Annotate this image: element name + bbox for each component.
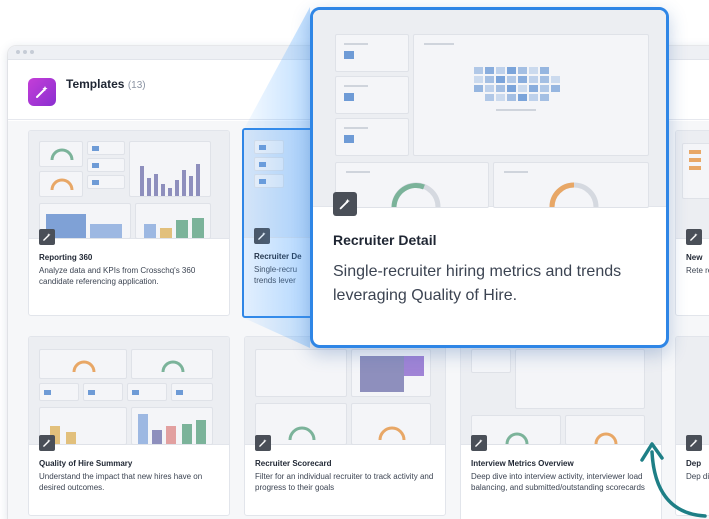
template-count: (13) (127, 80, 146, 91)
thumb-panel (515, 349, 645, 409)
thumb-panel (171, 383, 213, 401)
thumb-panel (335, 34, 409, 72)
template-card-new[interactable]: New Rete recr (675, 130, 709, 316)
thumb-panel (87, 175, 125, 189)
card-thumbnail (461, 337, 661, 445)
thumb-panel (131, 407, 213, 445)
card-title: Quality of Hire Summary (39, 459, 133, 468)
wand-icon (255, 435, 271, 451)
card-title: Recruiter Scorecard (255, 459, 332, 468)
heatmap-thumb (474, 67, 560, 111)
thumb-panel (254, 174, 284, 188)
thumb-panel (493, 162, 649, 208)
thumb-panel (129, 141, 211, 197)
thumb-panel (87, 158, 125, 172)
thumb-panel (39, 383, 79, 401)
thumb-panel (254, 140, 284, 154)
curved-arrow-icon (640, 442, 707, 518)
thumb-panel (351, 403, 431, 445)
wand-icon (39, 229, 55, 245)
thumb-panel (254, 157, 284, 171)
thumb-panel (413, 34, 649, 156)
card-title: Recruiter De (254, 252, 302, 261)
card-description: Deep dive into interview activity, inter… (471, 472, 645, 492)
card-description: Analyze data and KPIs from Crosschq's 36… (39, 266, 196, 286)
card-description: Understand the impact that new hires hav… (39, 472, 203, 492)
card-thumbnail (29, 337, 229, 445)
template-card-reporting-360[interactable]: Reporting 360 Analyze data and KPIs from… (28, 130, 230, 316)
window-dot (30, 50, 34, 54)
wand-icon (28, 78, 56, 106)
window-dot (23, 50, 27, 54)
page-title: Templates (13) (66, 77, 146, 91)
wand-icon (471, 435, 487, 451)
thumb-panel (335, 118, 409, 156)
card-description: Filter for an individual recruiter to tr… (255, 472, 434, 492)
thumb-panel (471, 349, 511, 373)
card-thumbnail (676, 131, 709, 239)
card-thumbnail (676, 337, 709, 445)
card-thumbnail (245, 337, 445, 445)
thumb-panel (335, 162, 489, 208)
wand-icon (686, 229, 702, 245)
card-title: Reporting 360 (39, 253, 93, 262)
window-dot (16, 50, 20, 54)
template-card-recruiter-scorecard[interactable]: Recruiter Scorecard Filter for an indivi… (244, 336, 446, 516)
card-thumbnail (29, 131, 229, 239)
thumb-panel (682, 143, 709, 199)
thumb-panel (39, 171, 83, 197)
card-description: Rete recr (686, 266, 709, 275)
thumb-panel (255, 349, 347, 397)
thumb-panel (39, 349, 127, 379)
title-text: Templates (66, 77, 125, 91)
wand-icon (39, 435, 55, 451)
thumb-panel (335, 76, 409, 114)
wand-icon (254, 228, 270, 244)
thumb-panel (131, 349, 213, 379)
thumb-panel (39, 141, 83, 167)
thumb-panel (351, 349, 431, 397)
template-preview-popup[interactable]: Recruiter Detail Single-recruiter hiring… (310, 7, 669, 348)
wand-icon (333, 192, 357, 216)
popup-description: Single-recruiter hiring metrics and tren… (333, 263, 622, 304)
card-title: New (686, 253, 703, 262)
thumb-panel (87, 141, 125, 155)
thumb-panel (135, 203, 211, 239)
template-card-quality-of-hire-summary[interactable]: Quality of Hire Summary Understand the i… (28, 336, 230, 516)
card-title: Interview Metrics Overview (471, 459, 574, 468)
card-description: Single-recru trends lever (254, 265, 298, 285)
popup-thumbnail (313, 10, 666, 208)
popup-title: Recruiter Detail (333, 232, 437, 248)
thumb-panel (127, 383, 167, 401)
thumb-panel (83, 383, 123, 401)
